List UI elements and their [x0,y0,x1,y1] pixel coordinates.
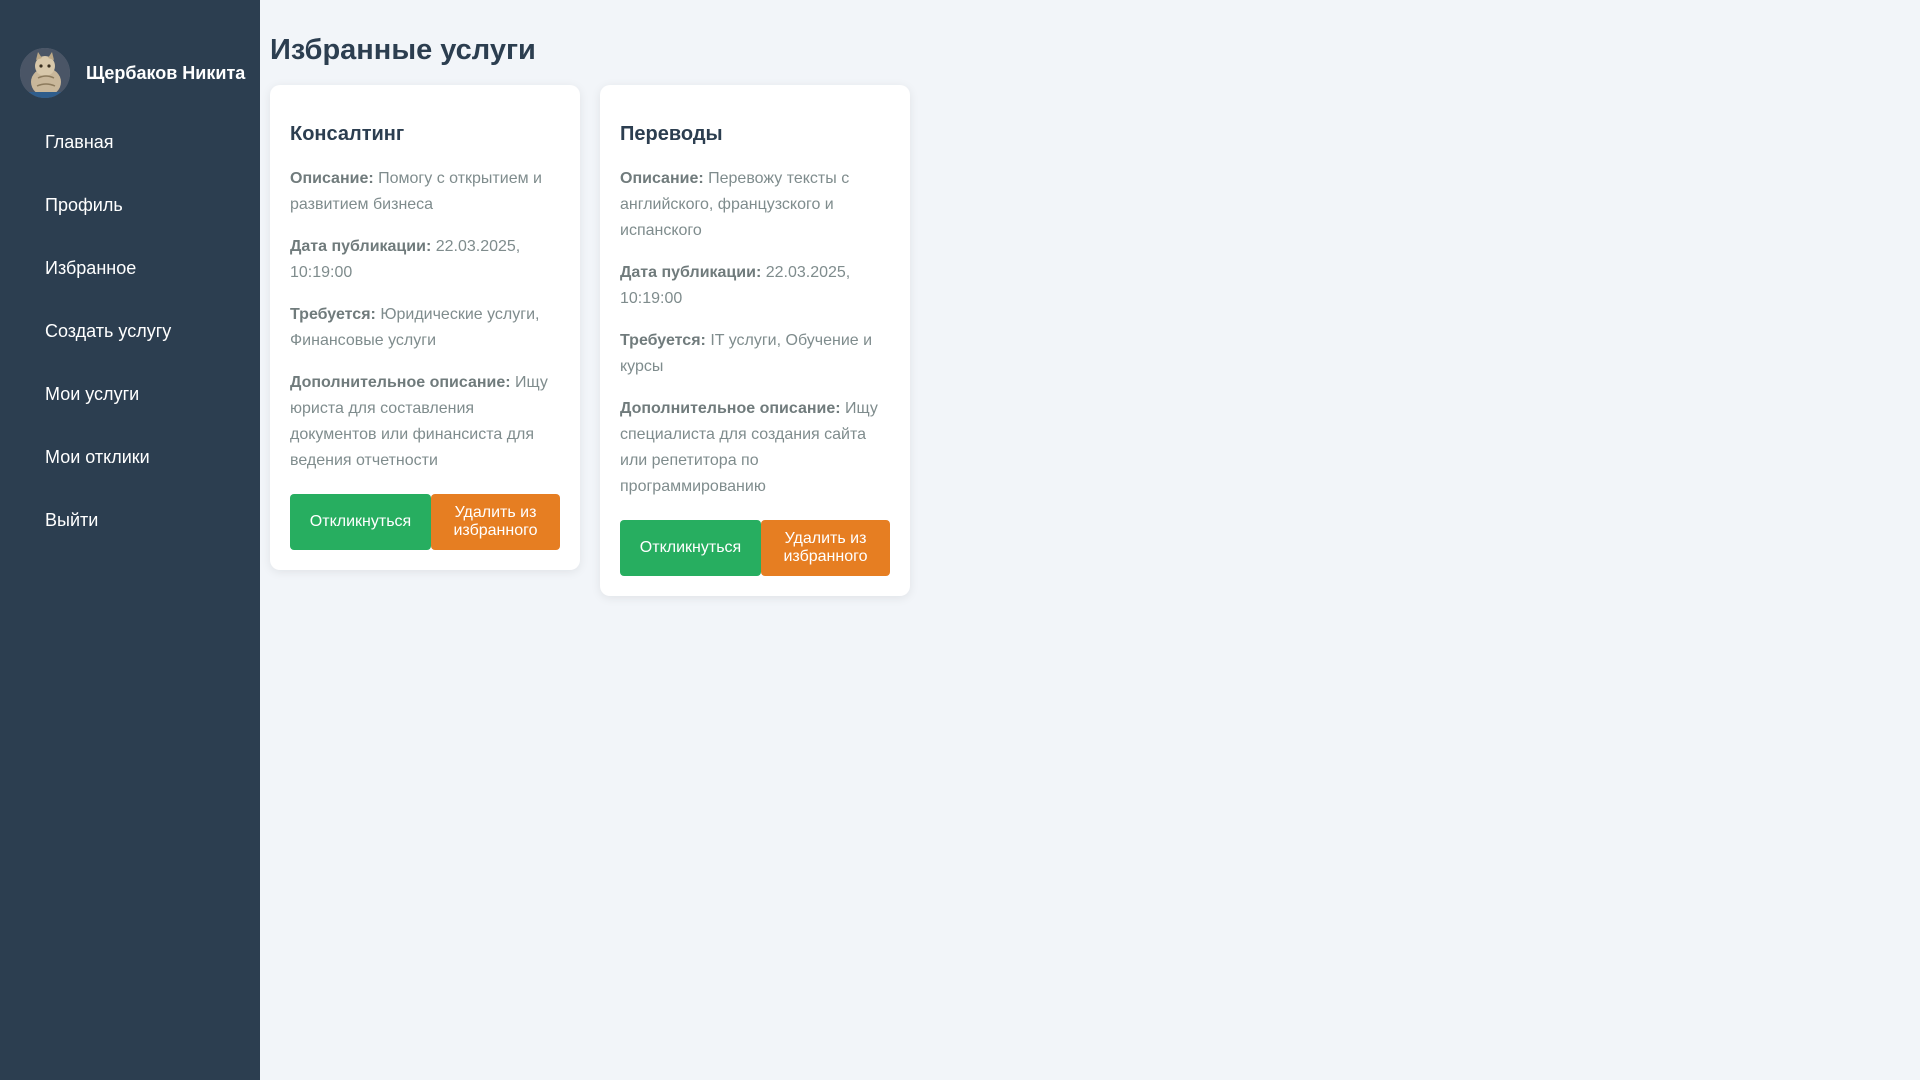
avatar[interactable] [20,48,70,98]
published-label: Дата публикации: [620,264,762,281]
card-description: Описание: Помогу с открытием и развитием… [290,166,560,218]
card-actions: Откликнуться Удалить из избранного [290,494,560,550]
nav-item-home[interactable]: Главная [0,118,260,181]
nav-item-logout[interactable]: Выйти [0,496,260,559]
card-required: Требуется: Юридические услуги, Финансовы… [290,302,560,354]
card-extra: Дополнительное описание: Ищу специалиста… [620,396,890,500]
nav-item-favorites[interactable]: Избранное [0,244,260,307]
nav-item-my-services[interactable]: Мои услуги [0,370,260,433]
remove-from-favorites-button[interactable]: Удалить из избранного [761,520,890,576]
cards-list: Консалтинг Описание: Помогу с открытием … [270,85,1920,596]
sidebar-nav: Главная Профиль Избранное Создать услугу… [0,118,260,559]
card-title: Переводы [620,123,723,145]
cat-avatar-icon [20,48,70,98]
card-published: Дата публикации: 22.03.2025, 10:19:00 [290,234,560,286]
service-card: Консалтинг Описание: Помогу с открытием … [270,85,580,570]
nav-item-my-responses[interactable]: Мои отклики [0,433,260,496]
main-content: Избранные услуги Консалтинг Описание: По… [260,0,1920,1080]
description-label: Описание: [620,170,704,187]
extra-label: Дополнительное описание: [290,374,511,391]
service-card: Переводы Описание: Перевожу тексты с анг… [600,85,910,596]
card-actions: Откликнуться Удалить из избранного [620,520,890,576]
required-label: Требуется: [290,306,376,323]
extra-label: Дополнительное описание: [620,400,841,417]
required-label: Требуется: [620,332,706,349]
nav-item-profile[interactable]: Профиль [0,181,260,244]
card-required: Требуется: IT услуги, Обучение и курсы [620,328,890,380]
sidebar: Щербаков Никита Главная Профиль Избранно… [0,0,260,1080]
description-label: Описание: [290,170,374,187]
card-title: Консалтинг [290,123,405,145]
user-name: Щербаков Никита [86,62,246,83]
respond-button[interactable]: Откликнуться [290,494,431,550]
app: Щербаков Никита Главная Профиль Избранно… [0,0,1920,1080]
card-description: Описание: Перевожу тексты с английского,… [620,166,890,244]
user-block: Щербаков Никита [0,48,260,98]
card-extra: Дополнительное описание: Ищу юриста для … [290,370,560,474]
remove-from-favorites-button[interactable]: Удалить из избранного [431,494,560,550]
nav-item-create-service[interactable]: Создать услугу [0,307,260,370]
card-published: Дата публикации: 22.03.2025, 10:19:00 [620,260,890,312]
published-label: Дата публикации: [290,238,432,255]
respond-button[interactable]: Откликнуться [620,520,761,576]
page-title: Избранные услуги [270,34,536,66]
